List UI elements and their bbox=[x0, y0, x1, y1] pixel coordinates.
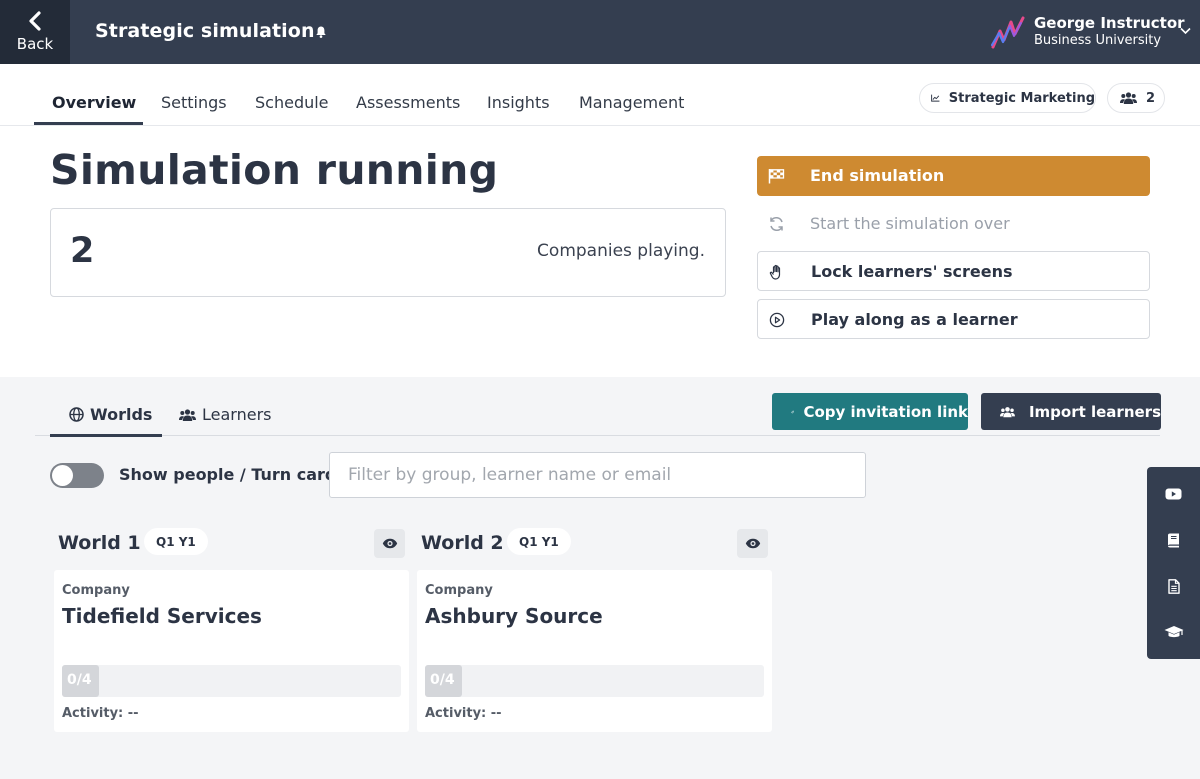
view-world-button[interactable] bbox=[737, 529, 768, 558]
tab-worlds-label: Worlds bbox=[90, 405, 153, 424]
document-button[interactable] bbox=[1147, 563, 1200, 609]
tab-insights[interactable]: Insights bbox=[487, 93, 550, 112]
restart-simulation-label: Start the simulation over bbox=[810, 214, 1010, 233]
play-along-label: Play along as a learner bbox=[811, 310, 1018, 329]
period-badge: Q1 Y1 bbox=[144, 528, 208, 555]
view-world-button[interactable] bbox=[374, 529, 405, 558]
import-learners-label: Import learners bbox=[1028, 402, 1161, 421]
worlds-panel: Worlds Learners Copy invitation link Imp… bbox=[0, 377, 1200, 779]
status-headline: Simulation running bbox=[50, 146, 499, 194]
globe-icon bbox=[69, 407, 84, 422]
tab-settings[interactable]: Settings bbox=[161, 93, 227, 112]
company-kicker: Company bbox=[425, 583, 493, 598]
learner-count-pill[interactable]: 2 bbox=[1107, 83, 1165, 113]
chevron-left-icon bbox=[29, 11, 41, 31]
book-icon bbox=[1168, 533, 1179, 547]
video-icon bbox=[1165, 488, 1182, 500]
filter-input[interactable] bbox=[329, 452, 866, 498]
company-name: Tidefield Services bbox=[62, 604, 262, 628]
activity-status: Activity: -- bbox=[425, 706, 502, 721]
company-kicker: Company bbox=[62, 583, 130, 598]
video-button[interactable] bbox=[1147, 471, 1200, 517]
eye-icon bbox=[745, 538, 760, 549]
lock-screens-label: Lock learners' screens bbox=[811, 262, 1013, 281]
tab-schedule[interactable]: Schedule bbox=[255, 93, 329, 112]
book-button[interactable] bbox=[1147, 517, 1200, 563]
checkered-flag-icon bbox=[768, 169, 785, 184]
company-name: Ashbury Source bbox=[425, 604, 603, 628]
tab-assessments[interactable]: Assessments bbox=[356, 93, 460, 112]
company-card[interactable]: Company Ashbury Source 0/4 Activity: -- bbox=[417, 570, 772, 732]
world-title: World 1 bbox=[58, 532, 141, 554]
user-name[interactable]: George Instructor bbox=[1034, 14, 1185, 32]
lock-screens-button[interactable]: Lock learners' screens bbox=[757, 251, 1150, 291]
graduation-cap-icon bbox=[1164, 626, 1183, 638]
subtab-divider bbox=[35, 435, 1160, 436]
top-bar: Back Strategic simulation George Instruc… bbox=[0, 0, 1200, 64]
companies-count: 2 bbox=[70, 231, 95, 271]
link-icon bbox=[791, 410, 795, 413]
learner-count: 2 bbox=[1146, 90, 1156, 106]
bell-icon[interactable] bbox=[314, 25, 328, 39]
show-people-toggle[interactable] bbox=[50, 463, 104, 488]
document-icon bbox=[1167, 578, 1180, 594]
users-icon bbox=[1000, 406, 1015, 417]
users-icon bbox=[1120, 92, 1137, 104]
play-circle-icon bbox=[769, 312, 785, 328]
tab-management[interactable]: Management bbox=[579, 93, 684, 112]
main-tabs: Overview Settings Schedule Assessments I… bbox=[0, 64, 1200, 126]
back-label: Back bbox=[16, 35, 54, 53]
learning-button[interactable] bbox=[1147, 609, 1200, 655]
line-chart-icon bbox=[931, 94, 940, 102]
tab-worlds[interactable]: Worlds bbox=[69, 405, 152, 424]
restart-simulation-button[interactable]: Start the simulation over bbox=[757, 204, 1150, 244]
chevron-down-icon[interactable] bbox=[1180, 27, 1191, 35]
refresh-icon bbox=[770, 216, 783, 232]
users-icon bbox=[179, 408, 196, 421]
companies-label: Companies playing. bbox=[537, 241, 705, 261]
tab-learners[interactable]: Learners bbox=[179, 405, 271, 424]
progress-text: 0/4 bbox=[67, 672, 92, 688]
copy-invitation-link-button[interactable]: Copy invitation link bbox=[772, 393, 968, 430]
tab-overview[interactable]: Overview bbox=[52, 93, 136, 112]
tab-learners-label: Learners bbox=[202, 405, 272, 424]
eye-icon bbox=[382, 538, 397, 549]
world-title: World 2 bbox=[421, 532, 504, 554]
user-organization: Business University bbox=[1034, 33, 1162, 48]
hand-icon bbox=[769, 264, 781, 280]
activity-status: Activity: -- bbox=[62, 706, 139, 721]
end-simulation-label: End simulation bbox=[810, 166, 945, 185]
progress-text: 0/4 bbox=[430, 672, 455, 688]
active-subtab-indicator bbox=[50, 434, 162, 437]
turn-progress-bar: 0/4 bbox=[62, 665, 401, 697]
show-people-label: Show people / Turn cards bbox=[119, 465, 346, 484]
copy-invitation-link-label: Copy invitation link bbox=[803, 402, 968, 421]
course-name: Strategic Marketing bbox=[948, 90, 1095, 106]
end-simulation-button[interactable]: End simulation bbox=[757, 156, 1150, 196]
company-card[interactable]: Company Tidefield Services 0/4 Activity:… bbox=[54, 570, 409, 732]
companies-card: 2 Companies playing. bbox=[50, 208, 726, 297]
back-button[interactable]: Back bbox=[0, 0, 70, 64]
import-learners-button[interactable]: Import learners bbox=[981, 393, 1161, 430]
period-badge: Q1 Y1 bbox=[507, 528, 571, 555]
brand-logo-icon bbox=[990, 16, 1025, 49]
active-tab-indicator bbox=[34, 122, 143, 125]
course-pill[interactable]: Strategic Marketing bbox=[919, 83, 1096, 113]
play-along-button[interactable]: Play along as a learner bbox=[757, 299, 1150, 339]
page-title: Strategic simulation bbox=[95, 20, 315, 42]
side-dock bbox=[1147, 467, 1200, 659]
turn-progress-bar: 0/4 bbox=[425, 665, 764, 697]
toggle-knob bbox=[52, 465, 73, 486]
